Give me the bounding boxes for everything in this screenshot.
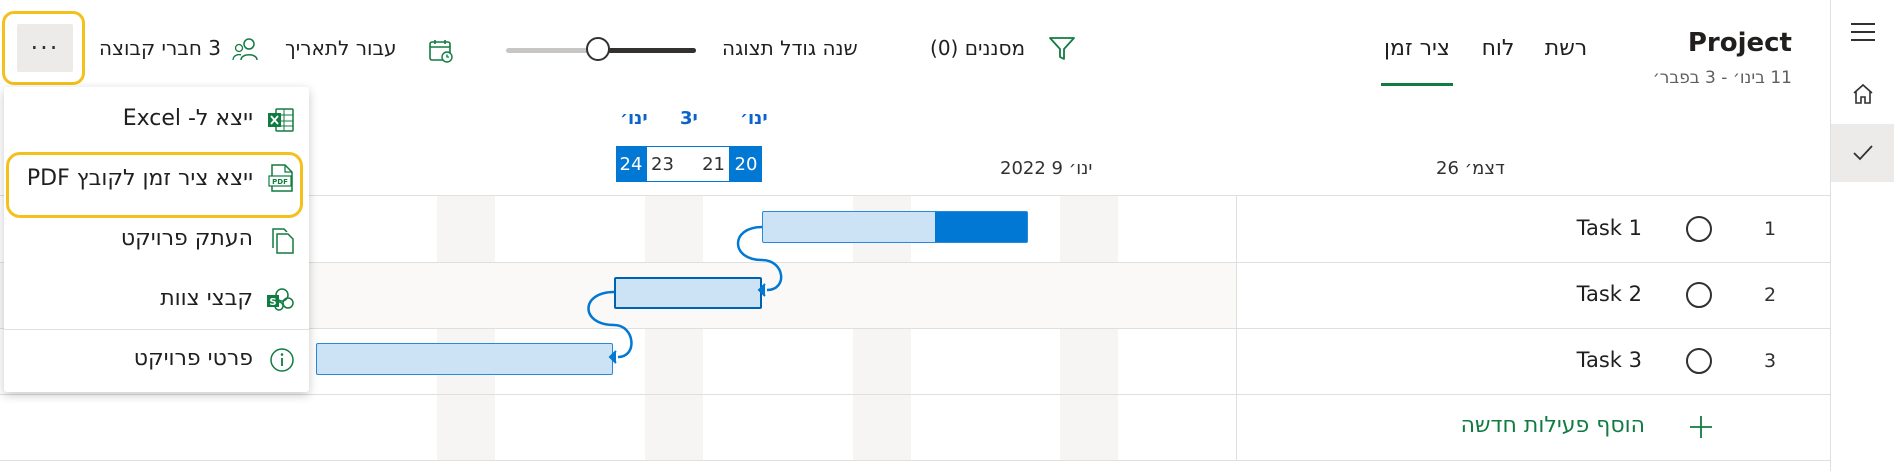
month-label: ינו׳	[740, 108, 768, 129]
task-bar-1[interactable]	[762, 211, 1028, 243]
row-divider	[0, 460, 1830, 461]
menu-item-label: העתק פרויקט	[120, 226, 253, 251]
home-button[interactable]	[1831, 62, 1894, 126]
export-pdf-highlight	[6, 152, 303, 218]
add-icon[interactable]	[1688, 414, 1714, 440]
group-members-button[interactable]: 3 חברי קבוצה	[86, 36, 221, 60]
task-name[interactable]: Task 2	[1502, 282, 1642, 306]
task-complete-checkbox[interactable]	[1686, 216, 1712, 242]
tab-board[interactable]: לוח	[1470, 36, 1526, 61]
task-complete-checkbox[interactable]	[1686, 348, 1712, 374]
date-label: 21	[702, 153, 725, 175]
calendar-icon[interactable]	[428, 38, 454, 64]
task-number: 1	[1763, 218, 1777, 240]
filters-button[interactable]: מסננים (0)	[930, 36, 1025, 60]
task-number: 3	[1763, 350, 1777, 372]
go-to-date-button[interactable]: עבור לתאריך	[285, 36, 397, 60]
sharepoint-icon: S	[265, 287, 295, 313]
tab-timeline[interactable]: ציר זמן	[1378, 36, 1456, 61]
copy-icon	[269, 227, 295, 255]
excel-icon	[267, 107, 295, 133]
week-label: ינו׳ 9 2022	[1000, 158, 1093, 179]
menu-item-export-excel[interactable]: ייצא ל- Excel	[4, 91, 309, 149]
selected-date-range: 23 21	[646, 146, 730, 182]
zoom-label: שנה גודל תצוגה	[722, 36, 858, 60]
task-bar-3[interactable]	[316, 343, 613, 375]
menu-item-team-files[interactable]: קבצי צוות S	[4, 271, 309, 329]
month-label: ינו׳	[620, 108, 648, 129]
more-options-highlight: ···	[2, 11, 85, 85]
svg-text:S: S	[269, 297, 276, 308]
more-options-button[interactable]: ···	[17, 24, 73, 72]
filter-icon[interactable]	[1048, 36, 1076, 62]
row-divider	[0, 394, 1830, 395]
zoom-slider-thumb[interactable]	[586, 37, 610, 61]
menu-item-copy-project[interactable]: העתק פרויקט	[4, 211, 309, 269]
week-label: דצמ׳ 26	[1436, 158, 1505, 179]
app-rail	[1830, 0, 1894, 471]
project-date-range: 11 בינו׳ - 3 בפבר׳	[1652, 68, 1792, 88]
dependency-arrows	[587, 225, 783, 364]
menu-item-project-details[interactable]: פרטי פרויקט	[4, 331, 309, 389]
task-number: 2	[1763, 284, 1777, 306]
zoom-slider-fill	[600, 48, 696, 53]
task-complete-checkbox[interactable]	[1686, 282, 1712, 308]
checkmark-icon	[1853, 145, 1873, 161]
menu-item-label: קבצי צוות	[160, 286, 253, 311]
date-label: 23	[651, 153, 674, 175]
home-icon	[1853, 83, 1873, 104]
menu-item-label: פרטי פרויקט	[133, 346, 253, 371]
people-icon	[232, 36, 260, 64]
selected-date-start: 20	[730, 146, 762, 182]
task-progress-fill	[934, 212, 1027, 242]
menu-divider	[4, 329, 309, 330]
tasks-button[interactable]	[1831, 124, 1894, 182]
month-label: 3י	[680, 108, 698, 129]
active-tab-indicator	[1381, 83, 1453, 86]
selected-date-end: 24	[616, 146, 646, 182]
menu-item-label: ייצא ל- Excel	[122, 106, 253, 131]
add-task-button[interactable]: הוסף פעילות חדשה	[1400, 413, 1645, 438]
grid-vertical-divider	[1236, 196, 1237, 460]
project-title: Project	[1687, 28, 1792, 58]
tab-grid[interactable]: רשת	[1535, 36, 1597, 61]
hamburger-icon	[1851, 23, 1875, 41]
task-name[interactable]: Task 3	[1502, 348, 1642, 372]
info-icon	[269, 347, 295, 373]
hamburger-menu-button[interactable]	[1831, 0, 1894, 64]
more-options-menu: ייצא ל- Excel ייצא ציר זמן לקובץ PDF PDF…	[4, 87, 309, 392]
task-name[interactable]: Task 1	[1502, 216, 1642, 240]
